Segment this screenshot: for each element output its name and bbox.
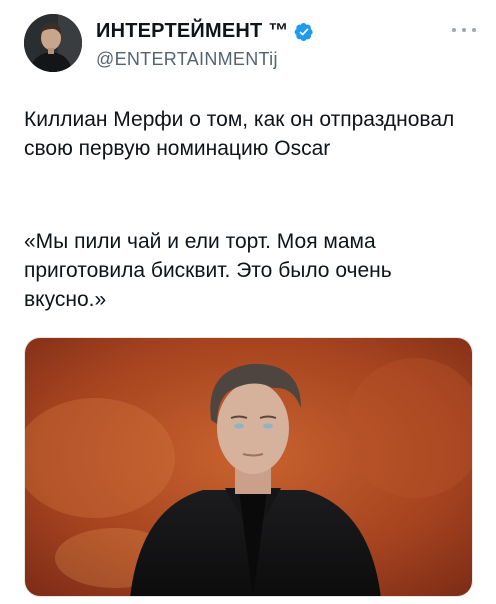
author-avatar[interactable]	[24, 14, 82, 72]
author-handle[interactable]: @ENTERTAINMENTij	[96, 49, 278, 70]
tweet-card: ИНТЕРТЕЙМЕНТ ™ @ENTERTAINMENTij Киллиан …	[0, 0, 496, 604]
media-image	[25, 338, 472, 596]
tweet-text-paragraph-1: Киллиан Мерфи о том, как он отпраздновал…	[24, 108, 455, 160]
avatar-image	[24, 14, 82, 72]
author-display-name[interactable]: ИНТЕРТЕЙМЕНТ ™	[96, 20, 288, 43]
verified-badge-icon	[295, 22, 314, 41]
tweet-media-photo[interactable]	[24, 337, 473, 597]
tweet-text-paragraph-2: «Мы пили чай и ели торт. Моя мама пригот…	[24, 230, 392, 311]
more-options-icon[interactable]	[452, 23, 476, 37]
author-name-row: ИНТЕРТЕЙМЕНТ ™	[96, 20, 314, 43]
